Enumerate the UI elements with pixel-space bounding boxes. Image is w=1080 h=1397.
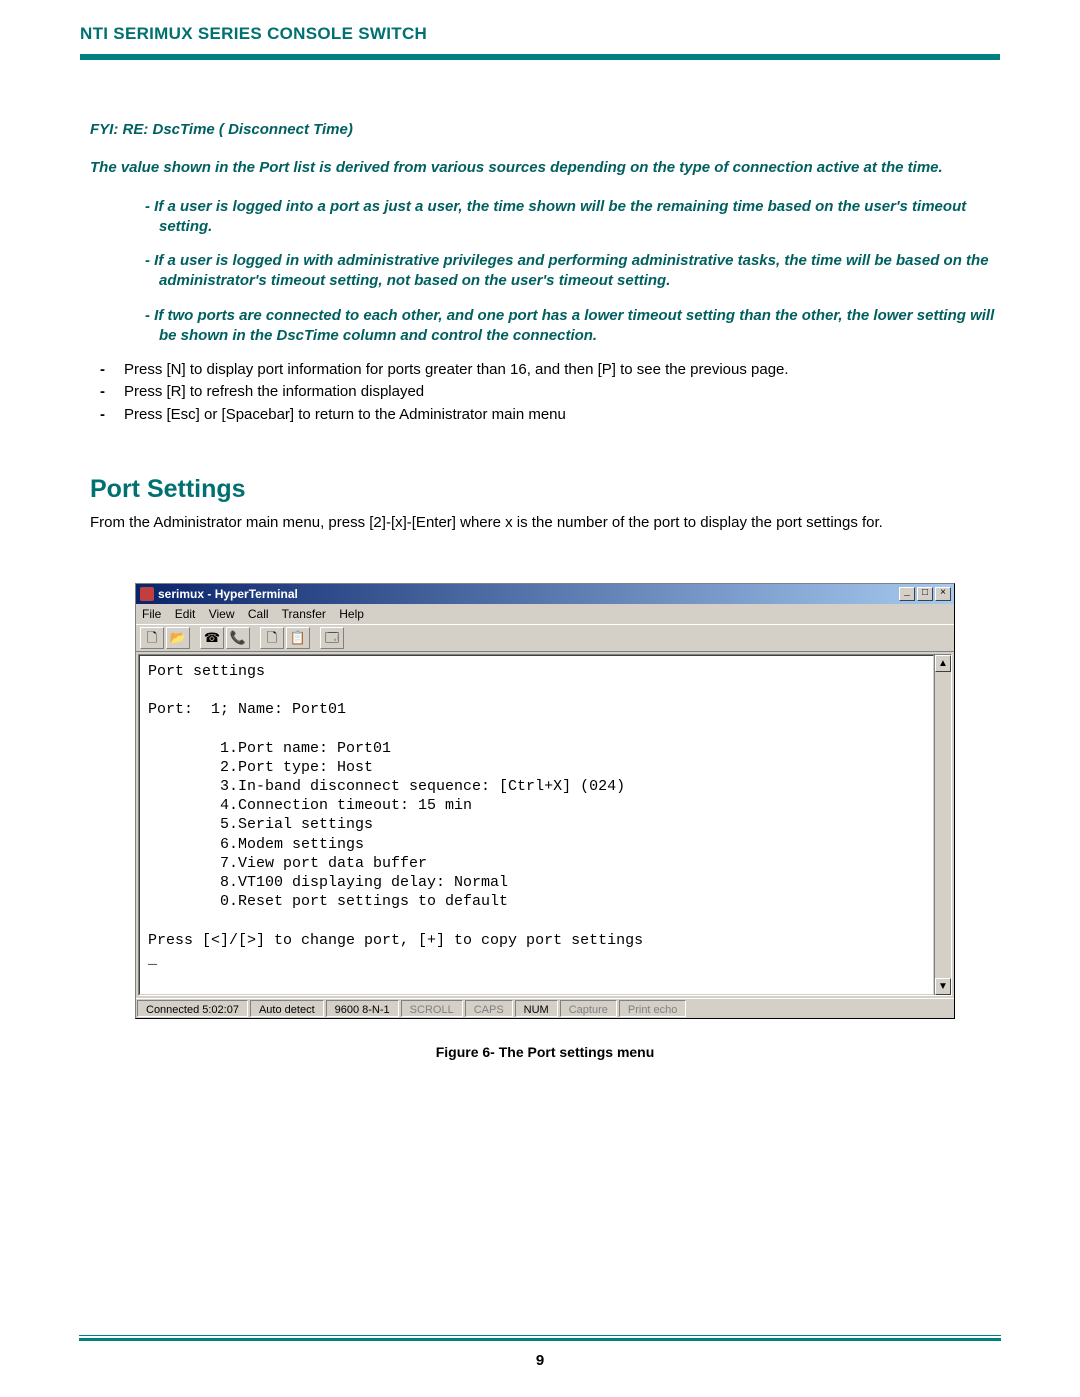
section-heading: Port Settings [90, 473, 1000, 507]
fyi-item: - If a user is logged into a port as jus… [145, 197, 1000, 238]
fyi-item: - If a user is logged in with administra… [145, 251, 1000, 292]
scroll-up-icon[interactable]: ▲ [935, 655, 951, 672]
terminal-output[interactable]: Port settings Port: 1; Name: Port01 1.Po… [139, 655, 934, 995]
hyperterminal-window: serimux - HyperTerminal _ □ × File Edit … [135, 583, 955, 1019]
fyi-intro: The value shown in the Port list is deri… [90, 158, 1000, 178]
status-baud: 9600 8-N-1 [326, 1000, 399, 1017]
fyi-list: - If a user is logged into a port as jus… [90, 197, 1000, 347]
menu-edit[interactable]: Edit [175, 607, 196, 621]
toolbar-hangup-icon[interactable]: 📞 [226, 627, 250, 649]
menu-help[interactable]: Help [339, 607, 364, 621]
status-bar: Connected 5:02:07 Auto detect 9600 8-N-1… [136, 998, 954, 1018]
window-title: serimux - HyperTerminal [158, 586, 298, 602]
status-scroll: SCROLL [401, 1000, 463, 1017]
instruction-text: Press [Esc] or [Spacebar] to return to t… [124, 406, 566, 423]
figure-caption: Figure 6- The Port settings menu [90, 1043, 1000, 1062]
page-header: NTI SERIMUX SERIES CONSOLE SWITCH [0, 0, 1080, 60]
menu-call[interactable]: Call [248, 607, 269, 621]
toolbar-send-icon[interactable]: 🗋 [260, 627, 284, 649]
terminal-area: Port settings Port: 1; Name: Port01 1.Po… [138, 654, 952, 996]
status-detect: Auto detect [250, 1000, 324, 1017]
status-printecho: Print echo [619, 1000, 687, 1017]
window-titlebar[interactable]: serimux - HyperTerminal _ □ × [136, 584, 954, 604]
status-num: NUM [515, 1000, 558, 1017]
menu-transfer[interactable]: Transfer [282, 607, 326, 621]
footer-rule [79, 1335, 1001, 1341]
minimize-button[interactable]: _ [899, 587, 915, 601]
instruction-text: Press [N] to display port information fo… [124, 361, 789, 378]
document-title: NTI SERIMUX SERIES CONSOLE SWITCH [80, 24, 1000, 52]
page-content: FYI: RE: DscTime ( Disconnect Time) The … [0, 60, 1080, 1062]
close-button[interactable]: × [935, 587, 951, 601]
scroll-down-icon[interactable]: ▼ [935, 978, 951, 995]
fyi-item: - If two ports are connected to each oth… [145, 306, 1000, 347]
status-caps: CAPS [465, 1000, 513, 1017]
toolbar-receive-icon[interactable]: 📋 [286, 627, 310, 649]
menu-bar: File Edit View Call Transfer Help [136, 604, 954, 624]
instruction-text: Press [R] to refresh the information dis… [124, 383, 424, 400]
menu-view[interactable]: View [209, 607, 235, 621]
fyi-block: FYI: RE: DscTime ( Disconnect Time) The … [90, 120, 1000, 346]
maximize-button[interactable]: □ [917, 587, 933, 601]
instruction-item: Press [N] to display port information fo… [100, 360, 1000, 380]
menu-file[interactable]: File [142, 607, 161, 621]
toolbar-properties-icon[interactable]: 🗔 [320, 627, 344, 649]
toolbar-open-icon[interactable]: 📂 [166, 627, 190, 649]
instruction-item: Press [Esc] or [Spacebar] to return to t… [100, 405, 1000, 425]
status-connected: Connected 5:02:07 [137, 1000, 248, 1017]
app-icon [140, 587, 154, 601]
section-paragraph: From the Administrator main menu, press … [90, 513, 1000, 533]
instruction-list: Press [N] to display port information fo… [90, 360, 1000, 425]
toolbar-call-icon[interactable]: ☎ [200, 627, 224, 649]
toolbar: 🗋 📂 ☎ 📞 🗋 📋 🗔 [136, 624, 954, 652]
status-capture: Capture [560, 1000, 617, 1017]
scrollbar[interactable]: ▲ ▼ [934, 655, 951, 995]
page-number: 9 [0, 1352, 1080, 1369]
instruction-item: Press [R] to refresh the information dis… [100, 382, 1000, 402]
toolbar-new-icon[interactable]: 🗋 [140, 627, 164, 649]
window-buttons: _ □ × [899, 587, 951, 601]
fyi-title: FYI: RE: DscTime ( Disconnect Time) [90, 120, 1000, 140]
